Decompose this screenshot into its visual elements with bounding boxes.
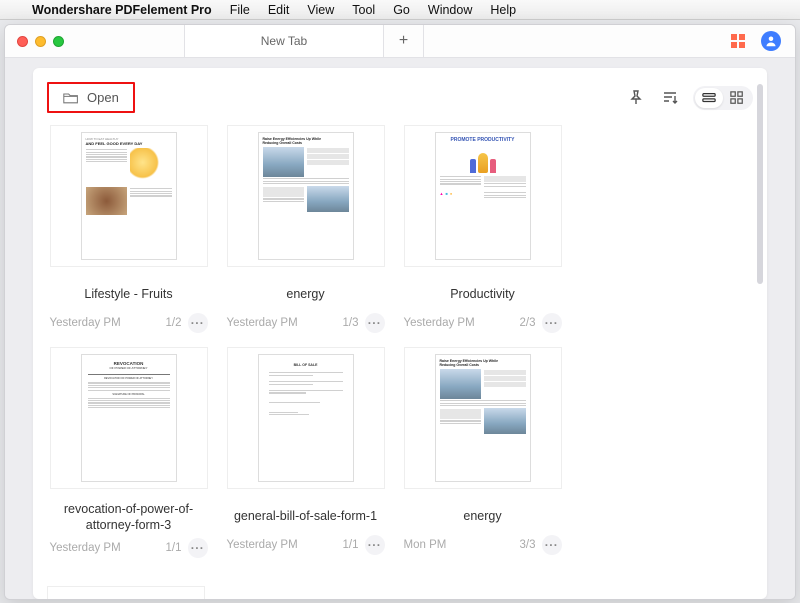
scrollbar[interactable]	[757, 82, 763, 585]
file-title: energy	[463, 501, 501, 531]
file-pages: 1/2	[166, 317, 182, 329]
tab-label: New Tab	[261, 34, 307, 48]
file-thumbnail[interactable]: BILL OF SALE	[227, 347, 385, 489]
file-card[interactable]: PROMOTE PRODUCTIVITY ▲■●	[401, 125, 564, 333]
file-meta: Yesterday PM 1/3 ···	[227, 313, 385, 333]
file-time: Yesterday PM	[404, 317, 514, 329]
file-card-partial[interactable]	[47, 586, 205, 600]
file-title: energy	[286, 279, 324, 309]
view-grid-button[interactable]	[723, 88, 751, 108]
menu-go[interactable]: Go	[393, 3, 410, 17]
file-meta: Yesterday PM 2/3 ···	[404, 313, 562, 333]
file-card[interactable]: Raise Energy Efficiencies Up WhileReduci…	[401, 347, 564, 558]
new-tab-button[interactable]: +	[384, 25, 424, 57]
file-time: Yesterday PM	[227, 539, 337, 551]
file-more-button[interactable]: ···	[188, 313, 208, 333]
file-more-button[interactable]: ···	[365, 535, 385, 555]
file-card[interactable]: REVOCATION OF POWER OF ATTORNEY REVOCATI…	[47, 347, 210, 558]
titlebar: New Tab +	[5, 25, 795, 58]
file-meta: Yesterday PM 1/1 ···	[227, 535, 385, 555]
file-meta: Yesterday PM 1/2 ···	[50, 313, 208, 333]
file-thumbnail[interactable]: PROMOTE PRODUCTIVITY ▲■●	[404, 125, 562, 267]
file-title: general-bill-of-sale-form-1	[234, 501, 377, 531]
file-pages: 1/1	[166, 542, 182, 554]
file-title: Productivity	[450, 279, 515, 309]
menu-file[interactable]: File	[230, 3, 250, 17]
app-window: New Tab + Open	[4, 24, 796, 600]
menu-help[interactable]: Help	[490, 3, 516, 17]
file-card[interactable]: Raise Energy Efficiencies Up WhileReduci…	[224, 125, 387, 333]
file-thumbnail[interactable]: HOW TO EAT HEALTHY AND FEEL GOOD EVERY D…	[50, 125, 208, 267]
file-time: Yesterday PM	[50, 542, 160, 554]
file-card[interactable]: HOW TO EAT HEALTHY AND FEEL GOOD EVERY D…	[47, 125, 210, 333]
file-more-button[interactable]: ···	[542, 313, 562, 333]
file-pages: 2/3	[520, 317, 536, 329]
file-meta: Yesterday PM 1/1 ···	[50, 538, 208, 558]
file-time: Yesterday PM	[227, 317, 337, 329]
file-card[interactable]: BILL OF SALE	[224, 347, 387, 558]
plus-icon: +	[399, 32, 408, 50]
file-thumbnail[interactable]: Raise Energy Efficiencies Up WhileReduci…	[404, 347, 562, 489]
panel-toolbar: Open	[47, 82, 753, 113]
file-pages: 3/3	[520, 539, 536, 551]
app-name[interactable]: Wondershare PDFelement Pro	[32, 3, 212, 17]
minimize-window-button[interactable]	[35, 36, 46, 47]
file-more-button[interactable]: ···	[542, 535, 562, 555]
file-title: Lifestyle - Fruits	[84, 279, 172, 309]
folder-open-icon	[63, 91, 79, 105]
open-button[interactable]: Open	[47, 82, 135, 113]
files-grid: HOW TO EAT HEALTHY AND FEEL GOOD EVERY D…	[47, 125, 753, 599]
sort-icon[interactable]	[659, 87, 681, 109]
tab-strip: New Tab +	[184, 25, 731, 57]
file-time: Yesterday PM	[50, 317, 160, 329]
fullscreen-window-button[interactable]	[53, 36, 64, 47]
traffic-lights	[5, 36, 64, 47]
user-avatar[interactable]	[761, 31, 781, 51]
view-toggle	[693, 86, 753, 110]
file-meta: Mon PM 3/3 ···	[404, 535, 562, 555]
mac-menubar: Wondershare PDFelement Pro File Edit Vie…	[0, 0, 800, 20]
file-pages: 1/1	[343, 539, 359, 551]
menu-tool[interactable]: Tool	[352, 3, 375, 17]
file-time: Mon PM	[404, 539, 514, 551]
app-grid-icon[interactable]	[731, 34, 745, 48]
pin-icon[interactable]	[625, 87, 647, 109]
scrollbar-thumb[interactable]	[757, 84, 763, 284]
view-list-button[interactable]	[695, 88, 723, 108]
recent-files-panel: Open	[33, 68, 767, 599]
titlebar-right	[731, 31, 795, 51]
menu-edit[interactable]: Edit	[268, 3, 290, 17]
menu-window[interactable]: Window	[428, 3, 472, 17]
file-thumbnail[interactable]: REVOCATION OF POWER OF ATTORNEY REVOCATI…	[50, 347, 208, 489]
open-button-label: Open	[87, 90, 119, 105]
tab-new[interactable]: New Tab	[184, 25, 384, 57]
file-title: revocation-of-power-of-attorney-form-3	[54, 501, 204, 534]
file-pages: 1/3	[343, 317, 359, 329]
file-thumbnail[interactable]: Raise Energy Efficiencies Up WhileReduci…	[227, 125, 385, 267]
file-more-button[interactable]: ···	[365, 313, 385, 333]
close-window-button[interactable]	[17, 36, 28, 47]
file-more-button[interactable]: ···	[188, 538, 208, 558]
menu-view[interactable]: View	[307, 3, 334, 17]
